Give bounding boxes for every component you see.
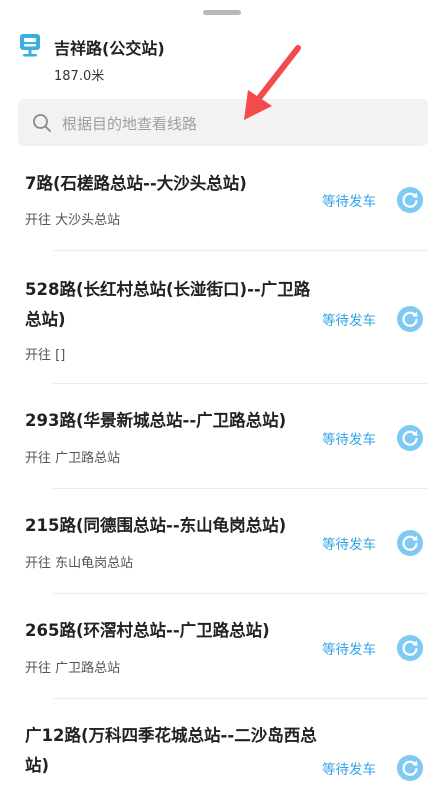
red-arrow-icon bbox=[244, 45, 301, 120]
route-title: 528路(长红村总站(长湴街口)--广卫路总站) bbox=[25, 280, 311, 329]
refresh-icon[interactable] bbox=[397, 530, 423, 556]
route-destination: 开往 东山龟岗总站 bbox=[25, 556, 134, 571]
refresh-icon[interactable] bbox=[397, 306, 423, 332]
route-status: 等待发车 bbox=[322, 313, 376, 329]
divider bbox=[53, 593, 428, 594]
stop-name: 吉祥路(公交站) bbox=[54, 39, 165, 58]
route-status: 等待发车 bbox=[322, 432, 376, 448]
search-placeholder: 根据目的地查看线路 bbox=[62, 115, 198, 133]
search-input[interactable]: 根据目的地查看线路 bbox=[18, 99, 428, 146]
divider bbox=[53, 250, 428, 251]
divider bbox=[53, 488, 428, 489]
route-title: 215路(同德围总站--东山龟岗总站) bbox=[25, 516, 287, 535]
bottom-sheet: 吉祥路(公交站) 187.0米 根据目的地查看线路 7路(石槎路总站--大沙头总… bbox=[0, 0, 441, 786]
route-title: 广12路(万科四季花城总站--二沙岛西总站) bbox=[25, 726, 317, 775]
route-status: 等待发车 bbox=[322, 194, 376, 210]
route-status: 等待发车 bbox=[322, 762, 376, 778]
divider bbox=[53, 698, 428, 699]
route-destination: 开往 大沙头总站 bbox=[25, 213, 121, 228]
search-icon bbox=[33, 114, 51, 132]
route-title: 7路(石槎路总站--大沙头总站) bbox=[25, 174, 247, 193]
refresh-icon[interactable] bbox=[397, 755, 423, 781]
route-destination: 开往 [] bbox=[25, 348, 66, 363]
route-status: 等待发车 bbox=[322, 537, 376, 553]
route-title: 293路(华景新城总站--广卫路总站) bbox=[25, 411, 287, 430]
route-destination: 开往 广卫路总站 bbox=[25, 451, 121, 466]
stop-distance: 187.0米 bbox=[54, 69, 105, 84]
drag-handle[interactable] bbox=[203, 10, 241, 15]
route-title: 265路(环滘村总站--广卫路总站) bbox=[25, 621, 270, 640]
bus-stop-icon bbox=[20, 34, 40, 57]
route-status: 等待发车 bbox=[322, 642, 376, 658]
refresh-icon[interactable] bbox=[397, 635, 423, 661]
refresh-icon[interactable] bbox=[397, 187, 423, 213]
refresh-icon[interactable] bbox=[397, 425, 423, 451]
divider bbox=[53, 383, 428, 384]
route-destination: 开往 广卫路总站 bbox=[25, 661, 121, 676]
